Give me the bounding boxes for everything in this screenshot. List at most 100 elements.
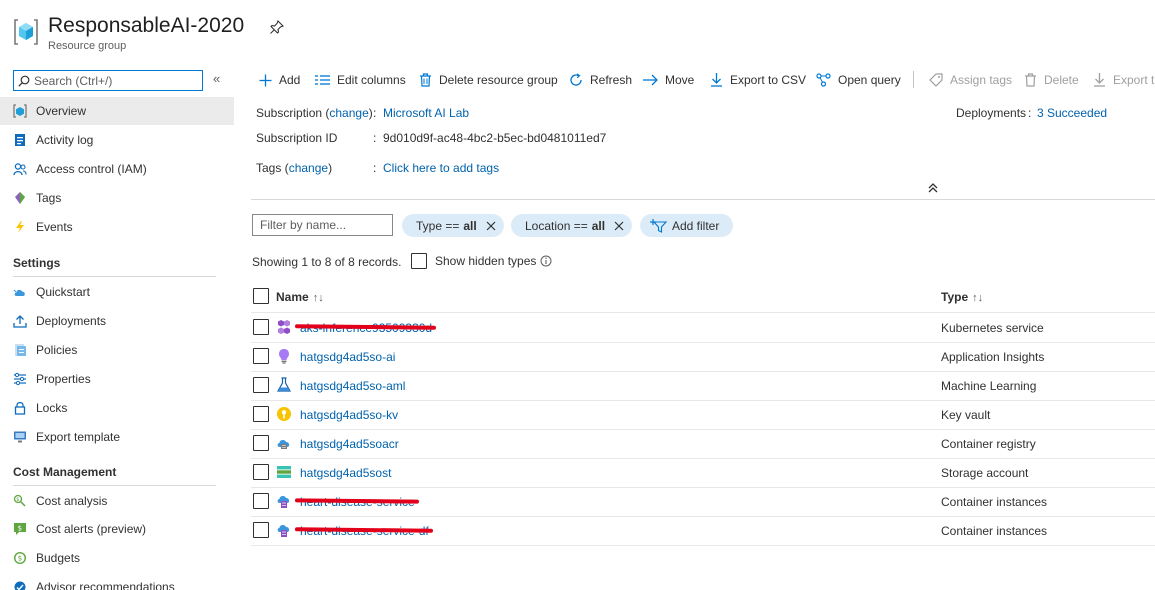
select-all-checkbox[interactable] — [253, 288, 269, 304]
add-tags-link[interactable]: Click here to add tags — [383, 161, 499, 175]
edit-columns-button[interactable]: Edit columns — [315, 72, 406, 88]
row-checkbox[interactable] — [253, 522, 269, 538]
sidebar-item-access-control[interactable]: Access control (IAM) — [0, 155, 234, 183]
refresh-button[interactable]: Refresh — [569, 72, 632, 88]
export-template-button[interactable]: Export t — [1093, 72, 1154, 88]
cost-analysis-icon: $ — [13, 494, 27, 508]
download-disabled-icon — [1094, 73, 1105, 87]
sliders-icon — [13, 372, 27, 386]
search-input[interactable] — [34, 72, 198, 89]
delete-button[interactable]: Delete — [1024, 72, 1079, 88]
cost-alert-icon: $ — [13, 522, 27, 536]
row-checkbox[interactable] — [253, 493, 269, 509]
lock-icon — [13, 401, 27, 415]
type-filter-pill[interactable]: Type == all — [402, 214, 504, 237]
close-icon[interactable] — [486, 221, 496, 231]
move-button[interactable]: Move — [643, 72, 694, 88]
export-to-csv-button[interactable]: Export to CSV — [710, 72, 806, 88]
sidebar-item-cost-alerts[interactable]: $ Cost alerts (preview) — [0, 515, 234, 543]
subscription-value-link[interactable]: Microsoft AI Lab — [383, 106, 469, 120]
sidebar-item-budgets[interactable]: $ Budgets — [0, 544, 234, 572]
resource-type: Container registry — [941, 437, 1036, 451]
policy-icon — [13, 343, 27, 357]
resource-name-link[interactable]: hatgsdg4ad5sost — [300, 466, 391, 480]
advisor-icon — [13, 580, 27, 590]
subscription-id-value: 9d010d9f-ac48-4bc2-b5ec-bd0481011ed7 — [383, 131, 607, 145]
deployments-label: Deployments — [956, 106, 1027, 120]
row-checkbox[interactable] — [253, 464, 269, 480]
table-row[interactable]: hatgsdg4ad5so-ai Application Insights — [251, 342, 1155, 371]
sidebar-item-events[interactable]: Events — [0, 213, 234, 241]
sidebar-item-policies[interactable]: Policies — [0, 336, 234, 364]
lightning-icon — [13, 220, 27, 234]
show-hidden-types-label: Show hidden types — [435, 254, 537, 268]
people-icon — [13, 162, 27, 176]
info-icon[interactable] — [540, 255, 552, 267]
change-tags-link[interactable]: change — [289, 161, 328, 175]
collapse-essentials-icon[interactable] — [926, 182, 940, 194]
sidebar-item-deployments[interactable]: Deployments — [0, 307, 234, 335]
row-checkbox[interactable] — [253, 406, 269, 422]
app-insights-icon — [279, 349, 289, 364]
filter-by-name[interactable] — [252, 214, 393, 236]
delete-resource-group-button[interactable]: Delete resource group — [419, 72, 558, 88]
row-checkbox[interactable] — [253, 377, 269, 393]
arrow-right-icon — [643, 74, 658, 86]
location-filter-pill[interactable]: Location == all — [511, 214, 633, 237]
sidebar-item-advisor-recommendations[interactable]: Advisor recommendations — [0, 573, 234, 590]
row-checkbox[interactable] — [253, 435, 269, 451]
sidebar-item-quickstart[interactable]: Quickstart — [0, 278, 234, 306]
resource-name-link[interactable]: hatgsdg4ad5so-aml — [300, 379, 405, 393]
row-checkbox[interactable] — [253, 319, 269, 335]
deployments-value-link[interactable]: 3 Succeeded — [1037, 106, 1107, 120]
sidebar-search[interactable] — [13, 70, 203, 91]
pin-icon[interactable] — [269, 19, 285, 35]
add-button[interactable]: Add — [259, 72, 300, 88]
table-row[interactable]: hatgsdg4ad5sost Storage account — [251, 458, 1155, 487]
table-row[interactable]: hatgsdg4ad5so-aml Machine Learning — [251, 371, 1155, 400]
resource-type: Container instances — [941, 495, 1048, 509]
open-query-button[interactable]: Open query — [816, 72, 901, 88]
column-header-type[interactable]: Type ↑↓ — [941, 290, 983, 304]
resource-name-link[interactable]: hatgsdg4ad5so-kv — [300, 408, 398, 422]
close-icon[interactable] — [614, 221, 624, 231]
assign-tags-button[interactable]: Assign tags — [929, 72, 1012, 88]
resource-type: Container instances — [941, 524, 1048, 538]
column-header-name[interactable]: Name ↑↓ — [276, 290, 324, 304]
table-row[interactable]: heart-disease-service Container instance… — [251, 487, 1155, 516]
subscription-colon: : — [373, 106, 377, 120]
table-row[interactable]: hatgsdg4ad5soacr Container registry — [251, 429, 1155, 458]
tags-colon: : — [373, 161, 377, 175]
container-instance-icon — [277, 496, 290, 508]
sidebar-item-locks[interactable]: Locks — [0, 394, 234, 422]
add-filter-button[interactable]: Add filter — [640, 214, 734, 237]
row-divider — [251, 545, 1155, 546]
change-subscription-link[interactable]: change — [329, 106, 368, 120]
table-row[interactable]: heart-disease-service-df Container insta… — [251, 516, 1155, 545]
collapse-sidebar-button[interactable]: « — [213, 71, 220, 86]
table-row[interactable]: aks-inference93509330d Kubernetes servic… — [251, 313, 1155, 342]
tag-outline-icon — [929, 73, 943, 87]
sidebar-item-cost-analysis[interactable]: $ Cost analysis — [0, 487, 234, 515]
sidebar-item-overview[interactable]: Overview — [0, 97, 234, 125]
row-checkbox[interactable] — [253, 348, 269, 364]
trash-icon — [420, 73, 431, 87]
table-row[interactable]: hatgsdg4ad5so-kv Key vault — [251, 400, 1155, 429]
sidebar-item-export-template[interactable]: Export template — [0, 423, 234, 451]
toolbar-separator — [913, 71, 914, 88]
subscription-id-colon: : — [373, 131, 377, 145]
sort-icon: ↑↓ — [972, 292, 984, 304]
sidebar-item-properties[interactable]: Properties — [0, 365, 234, 393]
filter-by-name-input[interactable] — [253, 215, 392, 235]
tag-icon — [13, 191, 27, 205]
resource-name-link[interactable]: hatgsdg4ad5soacr — [300, 437, 399, 451]
svg-text:$: $ — [16, 497, 19, 503]
resource-type: Storage account — [941, 466, 1029, 480]
sidebar-item-tags[interactable]: Tags — [0, 184, 234, 212]
show-hidden-types-checkbox[interactable] — [411, 253, 427, 269]
sort-icon: ↑↓ — [312, 292, 324, 304]
sidebar-item-activity-log[interactable]: Activity log — [0, 126, 234, 154]
resource-name-link[interactable]: hatgsdg4ad5so-ai — [300, 350, 395, 364]
add-filter-icon — [650, 218, 668, 233]
resource-type: Machine Learning — [941, 379, 1037, 393]
